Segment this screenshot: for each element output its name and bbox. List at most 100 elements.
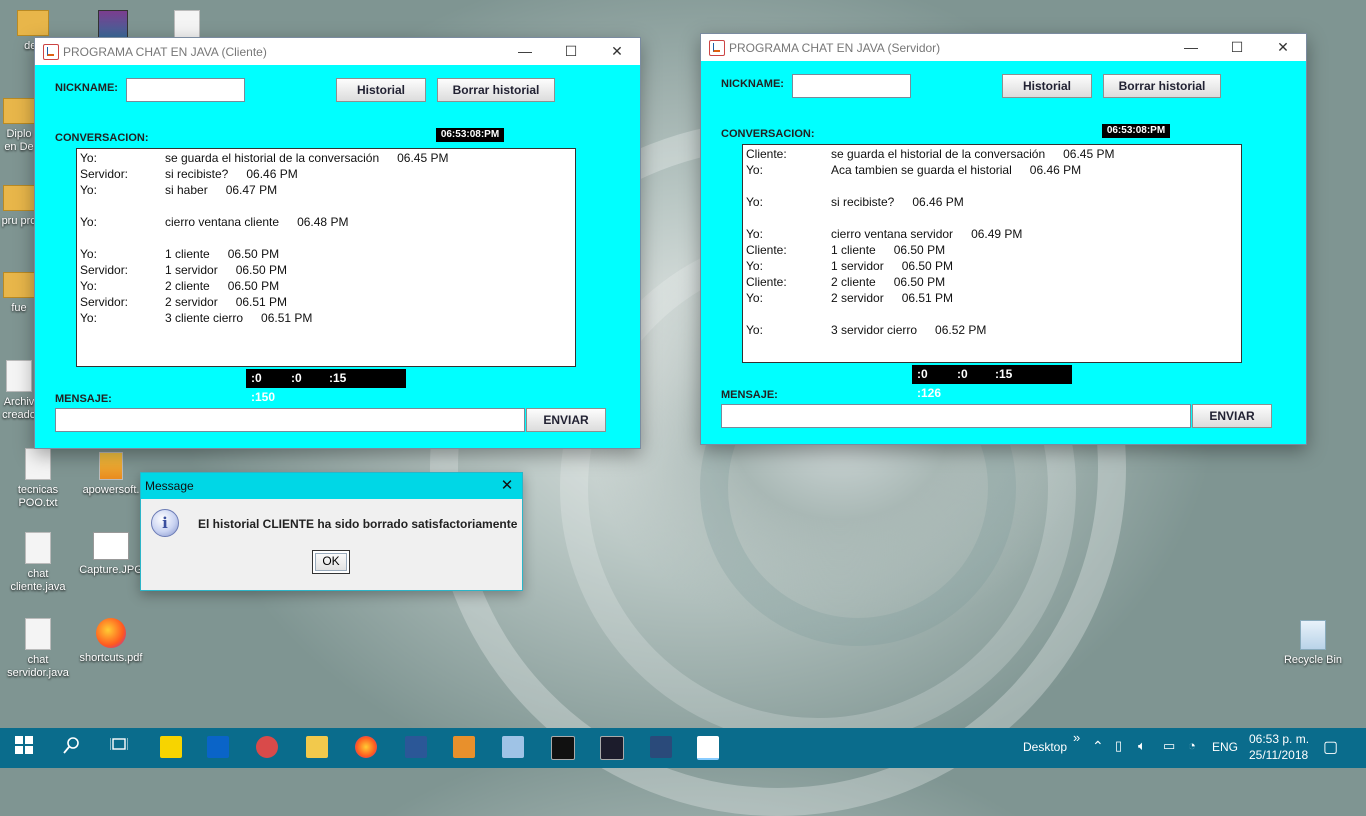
desktop-icon[interactable]: chat servidor.java — [5, 618, 71, 680]
message-sender: Yo: — [746, 323, 763, 337]
network-status-icon[interactable]: ▯ — [1115, 738, 1122, 754]
message-row: Yo: 3 servidor cierro 06.52 PM — [743, 323, 1241, 339]
desktop-icon[interactable]: Archiv creado — [0, 360, 38, 422]
language-indicator[interactable]: ENG — [1212, 740, 1238, 754]
desktop-icon[interactable]: tecnicas POO.txt — [5, 448, 71, 510]
desktop-toolbar-label[interactable]: Desktop — [1023, 740, 1067, 754]
clock-date[interactable]: 25/11/2018 — [1249, 748, 1308, 762]
desktop-icon[interactable]: fue — [0, 272, 38, 315]
message-text: se guarda el historial de la conversació… — [831, 147, 1115, 161]
chevron-icon[interactable]: » — [1073, 730, 1080, 745]
session-timer: :0:0:15:150 — [246, 369, 406, 404]
historial-button[interactable]: Historial — [1002, 74, 1092, 98]
minimize-button[interactable]: — — [502, 38, 548, 65]
clock-time[interactable]: 06:53 p. m. — [1249, 732, 1309, 746]
clock-display: 06:53:08:PM — [1102, 124, 1170, 138]
sublime-icon[interactable] — [453, 736, 475, 758]
message-text: 1 servidor 06.50 PM — [165, 263, 287, 277]
volume-icon[interactable]: 🔈︎ — [1138, 738, 1146, 754]
nickname-input[interactable] — [792, 74, 911, 98]
message-body: se guarda el historial de la conversació… — [165, 151, 380, 165]
message-text — [165, 199, 183, 213]
info-icon: i — [151, 509, 179, 537]
start-icon[interactable] — [12, 736, 36, 760]
message-text: cierro ventana cliente 06.48 PM — [165, 215, 348, 229]
mensaje-input[interactable] — [55, 408, 525, 432]
java-icon — [43, 44, 59, 60]
firefox-icon[interactable] — [355, 736, 377, 758]
message-row — [743, 307, 1241, 323]
file-explorer-icon[interactable] — [306, 736, 328, 758]
text-file-icon — [25, 448, 51, 480]
clock-display: 06:53:08:PM — [436, 128, 504, 142]
virtualbox-icon[interactable] — [502, 736, 524, 758]
message-time: 06.46 PM — [1029, 163, 1082, 177]
timer-segment: :0 — [917, 367, 928, 381]
timer-segment: :15 — [995, 367, 1013, 381]
sticky-notes-icon[interactable] — [160, 736, 182, 758]
dialog-titlebar[interactable]: Message ✕ — [141, 473, 522, 499]
desktop-icon[interactable]: pru pro — [0, 185, 38, 228]
maximize-button[interactable]: ☐ — [1214, 34, 1260, 61]
network-icon[interactable] — [650, 736, 672, 758]
server-titlebar[interactable]: PROGRAMA CHAT EN JAVA (Servidor) — ☐ ✕ — [701, 34, 1306, 61]
close-button[interactable]: ✕ — [594, 38, 640, 65]
dialog-title: Message — [145, 479, 194, 493]
minimize-button[interactable]: — — [1168, 34, 1214, 61]
client-titlebar[interactable]: PROGRAMA CHAT EN JAVA (Cliente) — ☐ ✕ — [35, 38, 640, 65]
historial-button[interactable]: Historial — [336, 78, 426, 102]
snipping-icon[interactable] — [256, 736, 278, 758]
message-text: 2 servidor 06.51 PM — [831, 291, 953, 305]
nickname-input[interactable] — [126, 78, 245, 102]
borrar-historial-button[interactable]: Borrar historial — [437, 78, 555, 102]
message-text — [831, 211, 849, 225]
close-button[interactable]: ✕ — [1260, 34, 1306, 61]
nickname-label: NICKNAME: — [55, 82, 118, 94]
mysql-icon[interactable] — [600, 736, 624, 760]
desktop-icon[interactable]: chat cliente.java — [5, 532, 71, 594]
cmd-icon[interactable] — [551, 736, 575, 760]
timer-segment: :150 — [251, 390, 276, 404]
search-icon[interactable] — [60, 736, 84, 760]
desktop-icon[interactable]: Diplo en De — [0, 98, 38, 154]
desktop-icon[interactable]: Recycle Bin — [1280, 620, 1346, 667]
desktop-icon[interactable]: shortcuts.pdf — [78, 618, 144, 665]
message-sender: Servidor: — [80, 295, 129, 309]
action-center-icon[interactable]: ▢ — [1323, 737, 1338, 757]
battery-icon[interactable]: ▭ — [1163, 738, 1175, 754]
timer-segment: :0 — [957, 367, 968, 381]
image-file-icon — [93, 532, 129, 560]
java-icon[interactable] — [697, 736, 719, 760]
message-text: 2 servidor 06.51 PM — [165, 295, 287, 309]
dialog-close-button[interactable]: ✕ — [492, 473, 522, 499]
outlook-icon[interactable] — [207, 736, 229, 758]
conversation-area[interactable]: Yo: se guarda el historial de la conversa… — [76, 148, 576, 367]
message-body: 1 cliente — [165, 247, 210, 261]
message-row: Yo: 1 servidor 06.50 PM — [743, 259, 1241, 275]
message-row: Servidor: 2 servidor 06.51 PM — [77, 295, 575, 311]
task-view-icon[interactable] — [107, 736, 131, 760]
message-sender: Cliente: — [746, 147, 787, 161]
borrar-historial-button[interactable]: Borrar historial — [1103, 74, 1221, 98]
maximize-button[interactable]: ☐ — [548, 38, 594, 65]
message-row: Yo: 3 cliente cierro 06.51 PM — [77, 311, 575, 327]
message-sender: Cliente: — [746, 275, 787, 289]
message-body: 2 servidor — [165, 295, 218, 309]
message-text: 2 cliente 06.50 PM — [165, 279, 279, 293]
desktop-icon[interactable]: Capture.JPG — [78, 532, 144, 577]
enviar-button[interactable]: ENVIAR — [526, 408, 606, 432]
message-time: 06.45 PM — [397, 151, 449, 165]
conversacion-label: CONVERSACION: — [55, 132, 149, 144]
conversation-area[interactable]: Cliente: se guarda el historial de la con… — [742, 144, 1242, 363]
enviar-button[interactable]: ENVIAR — [1192, 404, 1272, 428]
message-sender: Servidor: — [80, 263, 129, 277]
message-body: 1 cliente — [831, 243, 876, 257]
mensaje-input[interactable] — [721, 404, 1191, 428]
message-text: si recibiste? 06.46 PM — [165, 167, 298, 181]
message-text: cierro ventana servidor 06.49 PM — [831, 227, 1022, 241]
desktop-icon[interactable]: apowersoft. — [78, 452, 144, 497]
wifi-icon[interactable]: ◔ — [1188, 738, 1196, 753]
ok-button[interactable]: OK — [312, 550, 350, 574]
word-icon[interactable] — [405, 736, 427, 758]
show-hidden-icons-icon[interactable]: ⌃ — [1092, 738, 1104, 755]
